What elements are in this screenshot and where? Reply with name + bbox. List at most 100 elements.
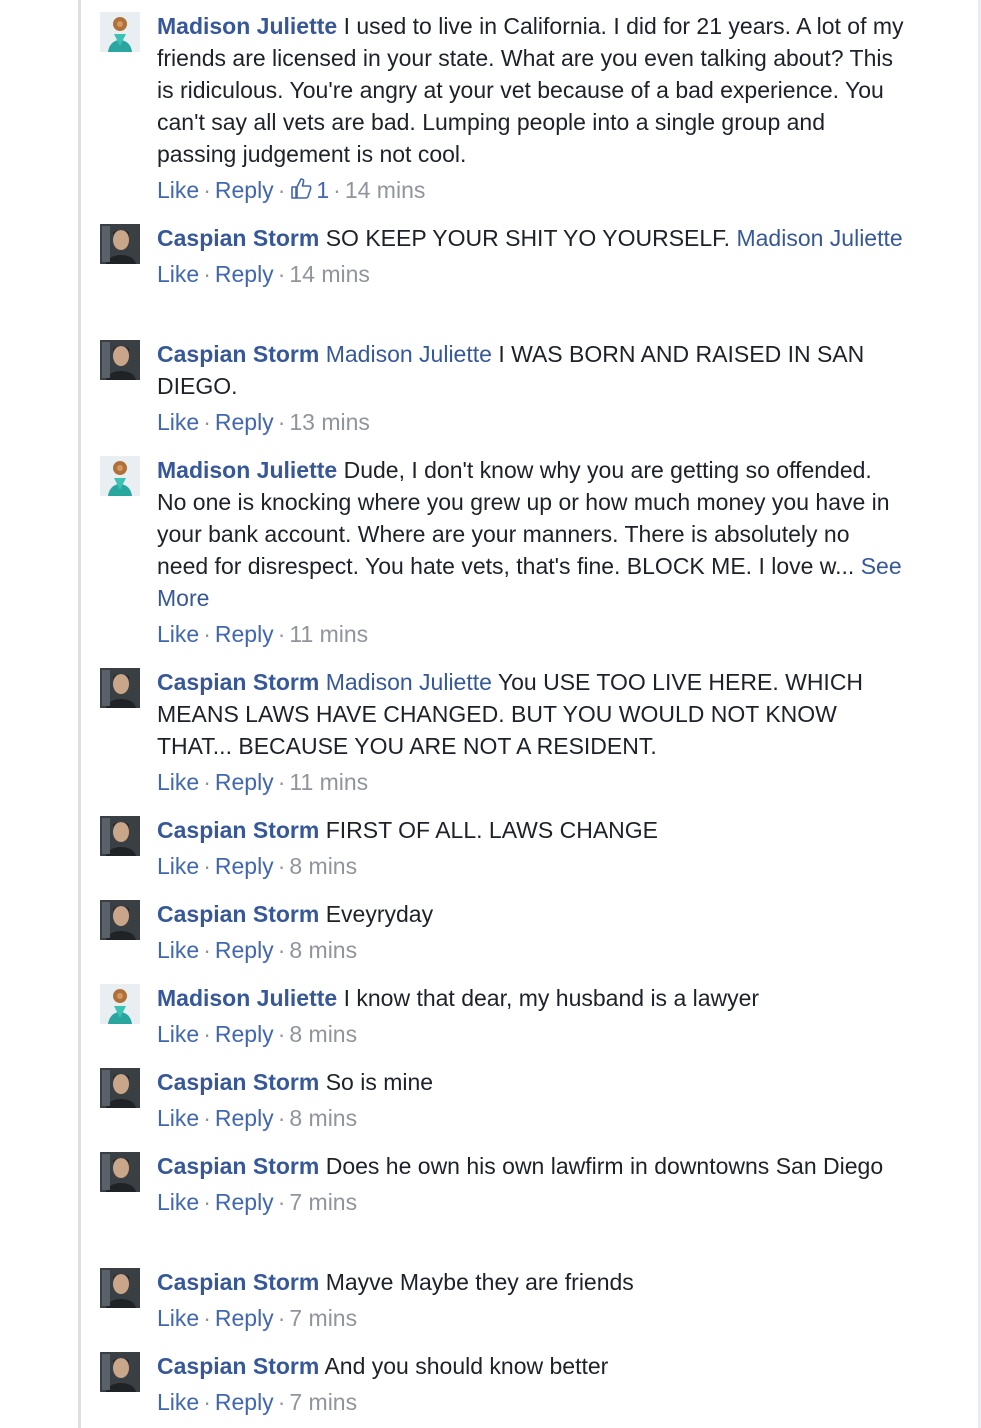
reply-button[interactable]: Reply	[215, 177, 274, 203]
comment-author[interactable]: Caspian Storm	[157, 225, 319, 251]
avatar-madison[interactable]	[100, 12, 140, 52]
avatar-caspian[interactable]	[100, 900, 140, 940]
reply-button[interactable]: Reply	[215, 261, 274, 287]
comment-actions: Like · Reply · 11 mins	[157, 618, 907, 650]
comment-author[interactable]: Caspian Storm	[157, 341, 319, 367]
like-button[interactable]: Like	[157, 853, 199, 879]
comment-author[interactable]: Caspian Storm	[157, 817, 319, 843]
comment-author[interactable]: Caspian Storm	[157, 1153, 319, 1179]
comment-timestamp[interactable]: 7 mins	[289, 1189, 357, 1215]
comment-actions: Like · Reply · 8 mins	[157, 1102, 907, 1134]
separator: ·	[277, 769, 286, 795]
comment-timestamp[interactable]: 8 mins	[289, 1021, 357, 1047]
comment-timestamp[interactable]: 14 mins	[345, 177, 426, 203]
comment-timestamp[interactable]: 8 mins	[289, 1105, 357, 1131]
reply-button[interactable]: Reply	[215, 769, 274, 795]
reply-button[interactable]: Reply	[215, 1189, 274, 1215]
like-button[interactable]: Like	[157, 621, 199, 647]
comment-text: Madison Juliette I know that dear, my hu…	[157, 982, 907, 1014]
separator: ·	[203, 177, 211, 203]
comment-author[interactable]: Madison Juliette	[157, 457, 337, 483]
comment-text: Madison Juliette I used to live in Calif…	[157, 10, 907, 170]
comment-author[interactable]: Madison Juliette	[157, 985, 337, 1011]
comment-message: I know that dear, my husband is a lawyer	[343, 985, 760, 1011]
reply-button[interactable]: Reply	[215, 937, 274, 963]
like-button[interactable]: Like	[157, 1389, 199, 1415]
separator: ·	[277, 261, 286, 287]
avatar-madison[interactable]	[100, 456, 140, 496]
like-button[interactable]: Like	[157, 177, 199, 203]
comment-timestamp[interactable]: 7 mins	[289, 1389, 357, 1415]
comment-actions: Like · Reply · 7 mins	[157, 1386, 907, 1418]
reply-button[interactable]: Reply	[215, 853, 274, 879]
like-count-value: 1	[316, 177, 330, 203]
reply-button[interactable]: Reply	[215, 1105, 274, 1131]
avatar-caspian[interactable]	[100, 668, 140, 708]
mention-link[interactable]: Madison Juliette	[736, 225, 902, 251]
comment-timestamp[interactable]: 8 mins	[289, 853, 357, 879]
comment-timestamp[interactable]: 13 mins	[289, 409, 370, 435]
reply-button[interactable]: Reply	[215, 1389, 274, 1415]
avatar-caspian[interactable]	[100, 340, 140, 380]
separator: ·	[277, 1389, 286, 1415]
reply-button[interactable]: Reply	[215, 1305, 274, 1331]
comment-author[interactable]: Caspian Storm	[157, 901, 319, 927]
comment-text: Caspian Storm Madison Juliette I WAS BOR…	[157, 338, 907, 402]
separator: ·	[203, 1105, 211, 1131]
avatar-caspian[interactable]	[100, 1268, 140, 1308]
comment-author[interactable]: Caspian Storm	[157, 1269, 319, 1295]
like-button[interactable]: Like	[157, 1189, 199, 1215]
avatar-caspian[interactable]	[100, 816, 140, 856]
separator: ·	[203, 769, 211, 795]
avatar-caspian[interactable]	[100, 1352, 140, 1392]
avatar-madison[interactable]	[100, 984, 140, 1024]
comment-message: And you should know better	[324, 1353, 609, 1379]
comment-actions: Like · Reply · 13 mins	[157, 406, 907, 438]
separator: ·	[203, 1389, 211, 1415]
comment-text: Caspian Storm So is mine	[157, 1066, 907, 1098]
comment-author[interactable]: Caspian Storm	[157, 1353, 319, 1379]
like-button[interactable]: Like	[157, 261, 199, 287]
comment-actions: Like · Reply · 7 mins	[157, 1302, 907, 1334]
separator: ·	[203, 853, 211, 879]
avatar-caspian[interactable]	[100, 224, 140, 264]
avatar-caspian[interactable]	[100, 1068, 140, 1108]
mention-link[interactable]: Madison Juliette	[326, 669, 492, 695]
comment-timestamp[interactable]: 14 mins	[289, 261, 370, 287]
reply-button[interactable]: Reply	[215, 409, 274, 435]
like-button[interactable]: Like	[157, 937, 199, 963]
thread-indent-line	[78, 0, 81, 1428]
separator: ·	[203, 621, 211, 647]
like-button[interactable]: Like	[157, 1105, 199, 1131]
comment-actions: Like · Reply · 11 mins	[157, 766, 907, 798]
comment-author[interactable]: Madison Juliette	[157, 13, 337, 39]
like-button[interactable]: Like	[157, 1021, 199, 1047]
separator: ·	[277, 1021, 286, 1047]
comment-author[interactable]: Caspian Storm	[157, 669, 319, 695]
comment-timestamp[interactable]: 7 mins	[289, 1305, 357, 1331]
like-button[interactable]: Like	[157, 769, 199, 795]
comment-text: Caspian Storm Does he own his own lawfir…	[157, 1150, 907, 1182]
comment-author[interactable]: Caspian Storm	[157, 1069, 319, 1095]
avatar-caspian[interactable]	[100, 1152, 140, 1192]
separator: ·	[277, 409, 286, 435]
comment-message: SO KEEP YOUR SHIT YO YOURSELF.	[325, 225, 731, 251]
like-button[interactable]: Like	[157, 1305, 199, 1331]
separator: ·	[277, 1105, 286, 1131]
comment-message: So is mine	[325, 1069, 434, 1095]
mention-link[interactable]: Madison Juliette	[326, 341, 492, 367]
separator: ·	[203, 1305, 211, 1331]
comment-timestamp[interactable]: 8 mins	[289, 937, 357, 963]
separator: ·	[277, 177, 286, 203]
comment-timestamp[interactable]: 11 mins	[289, 769, 368, 795]
reply-button[interactable]: Reply	[215, 1021, 274, 1047]
comment-message: Eveyryday	[325, 901, 434, 927]
separator: ·	[203, 1021, 211, 1047]
like-button[interactable]: Like	[157, 409, 199, 435]
comment-text: Caspian Storm Mayve Maybe they are frien…	[157, 1266, 907, 1298]
reply-button[interactable]: Reply	[215, 621, 274, 647]
comment-timestamp[interactable]: 11 mins	[289, 621, 368, 647]
separator: ·	[277, 1189, 286, 1215]
comment-actions: Like · Reply · 8 mins	[157, 934, 907, 966]
like-count[interactable]: 1	[289, 177, 329, 203]
